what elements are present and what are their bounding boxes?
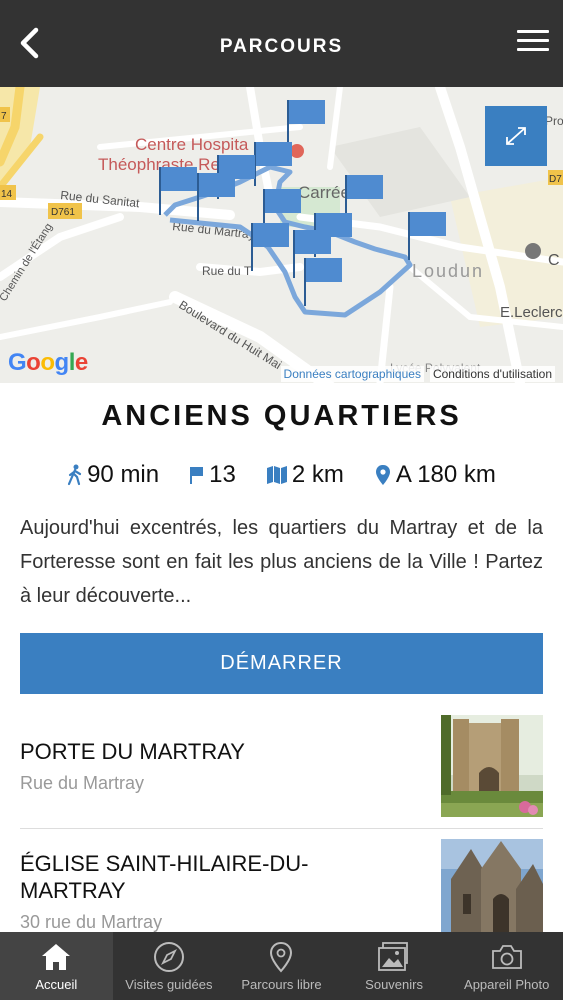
poi-name: ÉGLISE SAINT-HILAIRE-DU-MARTRAY — [20, 851, 309, 903]
walking-icon — [67, 464, 82, 486]
steps-stat: 13 — [189, 458, 236, 492]
route-map[interactable]: Centre Hospita Théophraste Re Rue du San… — [0, 87, 563, 383]
svg-text:Carrée: Carrée — [298, 183, 350, 202]
list-item[interactable]: PORTE DU MARTRAY Rue du Martray — [20, 715, 543, 817]
tab-accueil[interactable]: Accueil — [0, 932, 113, 1000]
camera-icon — [491, 945, 522, 969]
tab-visites-guidees[interactable]: Visites guidées — [113, 932, 226, 1000]
google-logo: Google — [8, 349, 88, 376]
location-pin-icon — [375, 465, 390, 485]
distance-stat: 2 km — [266, 458, 344, 492]
hamburger-menu-icon[interactable] — [517, 30, 549, 56]
expand-map-button[interactable] — [485, 106, 547, 166]
expand-icon — [506, 127, 526, 145]
tab-label: Accueil — [35, 977, 78, 992]
page-title: PARCOURS — [219, 36, 344, 57]
svg-text:14: 14 — [1, 189, 13, 200]
map-pin-icon — [270, 941, 293, 973]
tab-souvenirs[interactable]: Souvenirs — [338, 932, 451, 1000]
svg-text:C: C — [548, 252, 560, 269]
route-description: Aujourd'hui excentrés, les quartiers du … — [20, 517, 543, 607]
poi-name: PORTE DU MARTRAY — [20, 739, 245, 764]
home-icon — [42, 944, 71, 970]
list-divider — [20, 828, 543, 829]
svg-text:Pro: Pro — [545, 114, 563, 128]
svg-text:E.Leclerc: E.Leclerc — [500, 304, 563, 321]
location-stat: A 180 km — [374, 458, 496, 492]
tab-label: Appareil Photo — [464, 977, 550, 992]
svg-text:D7: D7 — [549, 174, 562, 185]
map-attribution: Données cartographiques Conditions d'util… — [280, 366, 555, 382]
compass-icon — [153, 942, 184, 972]
start-button[interactable]: DÉMARRER — [20, 633, 543, 694]
duration-stat: 90 min — [67, 458, 159, 492]
flag-icon — [190, 467, 204, 484]
svg-text:7: 7 — [1, 111, 7, 122]
tab-label: Parcours libre — [241, 977, 322, 992]
terms-link[interactable]: Conditions d'utilisation — [429, 366, 555, 382]
svg-text:Théophraste Re: Théophraste Re — [98, 155, 220, 174]
svg-text:Centre Hospita: Centre Hospita — [135, 135, 249, 154]
tab-parcours-libre[interactable]: Parcours libre — [225, 932, 338, 1000]
svg-text:Rue du T: Rue du T — [202, 264, 252, 278]
svg-text:Loudun: Loudun — [412, 261, 484, 281]
route-title: ANCIENS QUARTIERS — [101, 400, 462, 432]
photos-icon — [378, 942, 408, 971]
app-header: PARCOURS — [0, 0, 563, 87]
route-stats: 90 min 13 2 km A 180 km — [0, 458, 563, 492]
map-data-link[interactable]: Données cartographiques — [280, 366, 424, 382]
map-canvas: Centre Hospita Théophraste Re Rue du San… — [0, 87, 563, 383]
tab-label: Visites guidées — [125, 977, 213, 992]
svg-text:D761: D761 — [51, 207, 75, 218]
map-fold-icon — [266, 466, 287, 484]
tab-label: Souvenirs — [365, 977, 423, 992]
poi-thumbnail — [441, 839, 543, 932]
list-item[interactable]: ÉGLISE SAINT-HILAIRE-DU-MARTRAY 30 rue d… — [20, 839, 543, 933]
poi-thumbnail — [441, 715, 543, 817]
bottom-tab-bar: Accueil Visites guidées Parcours libre S… — [0, 932, 563, 1000]
tab-appareil-photo[interactable]: Appareil Photo — [450, 932, 563, 1000]
